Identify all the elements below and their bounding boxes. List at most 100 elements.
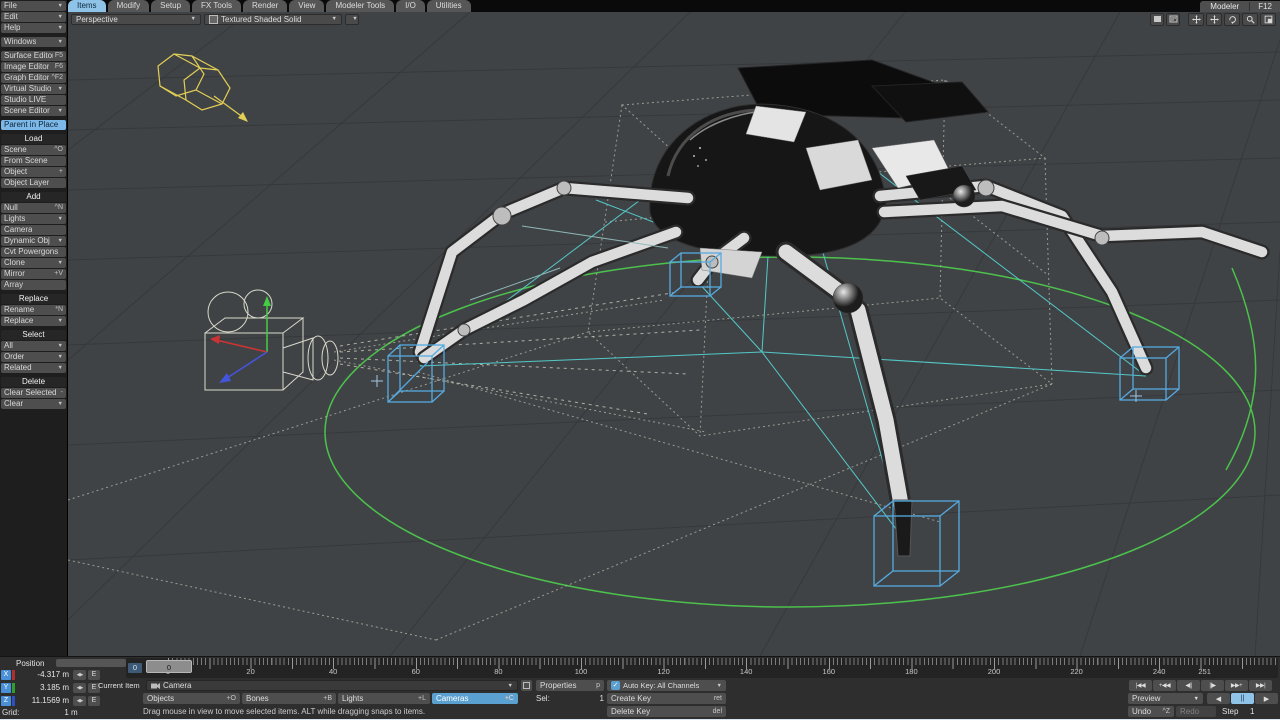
sidebar-item-lights[interactable]: Lights▼ [1, 214, 66, 224]
sidebar-item-array[interactable]: Array [1, 280, 66, 290]
view-mode-dropdown[interactable]: Perspective ▼ [71, 14, 201, 25]
sidebar-item-shortcut: F6 [53, 62, 63, 72]
move-icon[interactable] [1206, 13, 1222, 26]
sidebar-item-label: Array [4, 280, 23, 290]
chevron-down-icon: ▼ [185, 16, 196, 22]
tab-utilities[interactable]: Utilities [427, 0, 471, 12]
axis-y-button[interactable]: Y [1, 683, 11, 693]
sidebar-item-rename[interactable]: Rename*N [1, 305, 66, 315]
pause-button[interactable]: || [1231, 693, 1254, 704]
delete-key-button[interactable]: Delete Key del [607, 706, 726, 717]
sidebar-item-replace[interactable]: Replace▼ [1, 316, 66, 326]
sidebar-item-null[interactable]: Null^N [1, 203, 66, 213]
checkbox-checked-icon[interactable]: ✓ [611, 681, 620, 690]
position-header[interactable]: Position [16, 659, 44, 668]
sidebar-item-label: Clear Selected [4, 388, 56, 398]
auto-key-dropdown[interactable]: ✓ Auto Key: All Channels ▼ [607, 680, 726, 691]
tab-fx-tools[interactable]: FX Tools [192, 0, 241, 12]
pan-icon[interactable] [1188, 13, 1204, 26]
sidebar-item-mirror[interactable]: Mirror+V [1, 269, 66, 279]
sidebar-item-related[interactable]: Related▼ [1, 363, 66, 373]
prev-frame-button[interactable]: ◀|| [1177, 680, 1200, 691]
sidebar-item-dynamic-obj[interactable]: Dynamic Obj▼ [1, 236, 66, 246]
sidebar-item-object[interactable]: Object+ [1, 167, 66, 177]
timeline-ruler[interactable]: 020406080100120140160180200220240251 0 0 [126, 658, 1278, 678]
tab-modeler-tools[interactable]: Modeler Tools [326, 0, 394, 12]
sidebar-item-order[interactable]: Order▼ [1, 352, 66, 362]
tab-view[interactable]: View [289, 0, 324, 12]
tab-render[interactable]: Render [243, 0, 287, 12]
entity-button-lights[interactable]: Lights+L [338, 693, 430, 704]
tab-modify[interactable]: Modify [108, 0, 150, 12]
sidebar-item-image-editor[interactable]: Image Editor F6 [1, 62, 66, 72]
sidebar-item-edit[interactable]: Edit▼ [1, 12, 66, 22]
sidebar-item-label: Cvt Powergons [4, 247, 58, 257]
entity-button-cameras[interactable]: Cameras+C [432, 693, 518, 704]
sidebar-item-windows[interactable]: Windows▼ [1, 37, 66, 47]
sidebar-item-help[interactable]: Help▼ [1, 23, 66, 33]
axis-x-value[interactable]: -4.317 m [15, 670, 69, 680]
viewport-min-icon[interactable] [1150, 13, 1164, 26]
play-forward-button[interactable]: ▶ [1255, 693, 1278, 704]
tab-i-o[interactable]: I/O [396, 0, 425, 12]
step-value[interactable]: 1 [1250, 707, 1254, 716]
sidebar-item-clear-selected[interactable]: Clear Selected- [1, 388, 66, 398]
modeler-button[interactable]: Modeler [1200, 2, 1250, 11]
transport-controls: |◀◀+◀◀◀||||▶▶▶+▶▶| [1128, 680, 1272, 691]
sidebar-item-from-scene[interactable]: From Scene [1, 156, 66, 166]
entity-button-bones[interactable]: Bones+B [242, 693, 336, 704]
sidebar-item-surface-editor[interactable]: Surface EditorF5 [1, 51, 66, 61]
value-stepper[interactable]: ◀▶ [73, 683, 86, 693]
sidebar-item-scene[interactable]: Scene^O [1, 145, 66, 155]
current-item-dropdown[interactable]: Camera ▼ [146, 680, 518, 691]
next-key-button[interactable]: ▶▶+ [1225, 680, 1248, 691]
preview-dropdown[interactable]: Preview ▼ [1128, 693, 1203, 704]
shading-mode-dropdown[interactable]: Textured Shaded Solid ▼ [204, 14, 342, 25]
axis-z-button[interactable]: Z [1, 696, 11, 706]
value-stepper[interactable]: ◀▶ [73, 696, 86, 706]
sidebar-item-all[interactable]: All▼ [1, 341, 66, 351]
sidebar-item-clear[interactable]: Clear▼ [1, 399, 66, 409]
sidebar-item-cvt-powergons[interactable]: Cvt Powergons [1, 247, 66, 257]
sidebar-item-parent-in-place[interactable]: Parent in Place [1, 120, 66, 130]
redo-button[interactable]: Redo [1176, 706, 1216, 717]
item-list-button[interactable] [521, 680, 532, 691]
envelope-button[interactable]: E [88, 670, 100, 680]
create-key-button[interactable]: Create Key ret [607, 693, 726, 704]
play-reverse-button[interactable]: ◀ [1207, 693, 1230, 704]
entity-button-objects[interactable]: Objects+O [143, 693, 240, 704]
sidebar-item-file[interactable]: File▼ [1, 1, 66, 11]
sidebar-item-virtual-studio[interactable]: Virtual Studio▼ [1, 84, 66, 94]
sidebar-item-clone[interactable]: Clone▼ [1, 258, 66, 268]
prev-key-button[interactable]: +◀◀ [1153, 680, 1176, 691]
shading-extra-dropdown[interactable]: ▼ [345, 14, 359, 25]
position-mode-bar[interactable] [56, 659, 126, 667]
axis-z-value[interactable]: 11.1569 m [15, 696, 69, 706]
timeline-tick-label: 251 [1198, 667, 1211, 676]
envelope-button[interactable]: E [88, 696, 100, 706]
viewport-fit-icon[interactable] [1166, 13, 1180, 26]
sidebar-item-graph-editor[interactable]: Graph Editor^F2 [1, 73, 66, 83]
go-start-button[interactable]: |◀◀ [1129, 680, 1152, 691]
sidebar-item-camera[interactable]: Camera [1, 225, 66, 235]
sidebar-item-scene-editor[interactable]: Scene Editor▼ [1, 106, 66, 116]
viewport-3d[interactable] [68, 12, 1280, 656]
axis-x-button[interactable]: X [1, 670, 11, 680]
undo-button[interactable]: Undo ^Z [1128, 706, 1174, 717]
go-end-button[interactable]: ▶▶| [1249, 680, 1272, 691]
properties-button[interactable]: Properties p [536, 680, 604, 691]
frame-start-field[interactable]: 0 [128, 663, 142, 673]
next-frame-button[interactable]: ||▶ [1201, 680, 1224, 691]
tab-items[interactable]: Items [68, 0, 106, 12]
maximize-icon[interactable] [1260, 13, 1276, 26]
sidebar-item-label: Image Editor [4, 62, 49, 72]
value-stepper[interactable]: ◀▶ [73, 670, 86, 680]
axis-y-value[interactable]: 3.185 m [15, 683, 69, 693]
zoom-icon[interactable] [1242, 13, 1258, 26]
rotate-icon[interactable] [1224, 13, 1240, 26]
timeline-slider-handle[interactable]: 0 [146, 660, 192, 673]
tab-setup[interactable]: Setup [151, 0, 190, 12]
sidebar-item-object-layer[interactable]: Object Layer [1, 178, 66, 188]
chevron-down-icon: ▼ [56, 399, 63, 409]
sidebar-item-studio-live[interactable]: Studio LIVE [1, 95, 66, 105]
